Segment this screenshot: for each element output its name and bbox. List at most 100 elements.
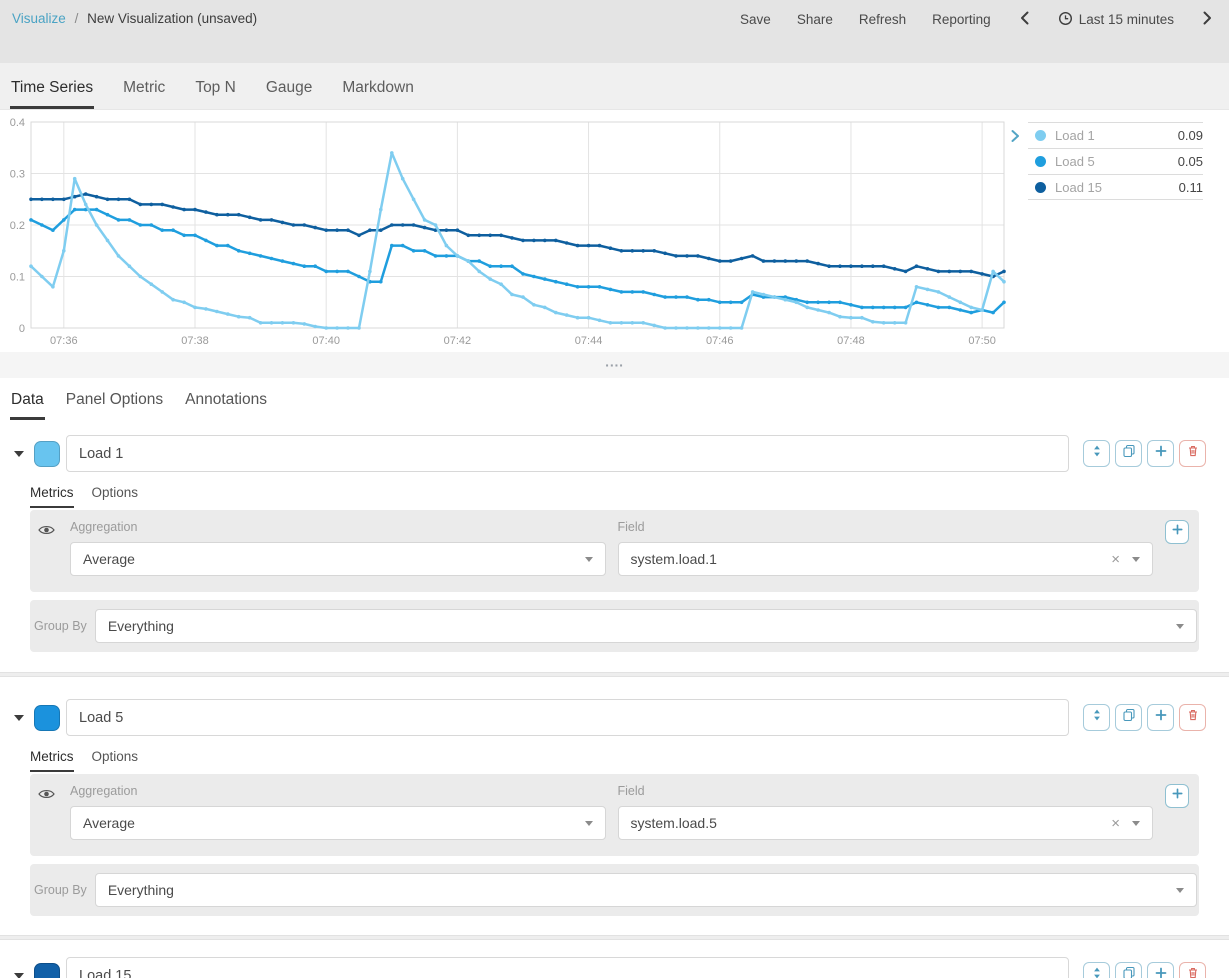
group-by-select[interactable]: Everything [95,873,1197,907]
caret-down-icon [585,557,593,562]
series-label-input[interactable] [66,699,1069,736]
series-label-input[interactable] [66,435,1069,472]
save-button[interactable]: Save [740,12,771,27]
series-color-swatch[interactable] [34,963,60,978]
series-tabbar: Metrics Options [30,485,1229,508]
add-series-button[interactable] [1147,704,1174,731]
caret-down-icon[interactable] [14,715,24,721]
timepicker-button[interactable]: Last 15 minutes [1058,11,1174,29]
svg-text:07:46: 07:46 [706,335,734,347]
svg-text:07:42: 07:42 [444,335,472,347]
group-by-panel: Group By Everything [30,864,1199,916]
group-by-label: Group By [34,883,87,897]
legend-item-load-15[interactable]: Load 15 0.11 [1028,174,1203,200]
reorder-icon [1090,708,1104,727]
reorder-series-button[interactable] [1083,962,1110,978]
clone-series-button[interactable] [1115,440,1142,467]
aggregation-value: Average [83,815,135,831]
aggregation-value: Average [83,551,135,567]
refresh-button[interactable]: Refresh [859,12,906,27]
tab-markdown[interactable]: Markdown [341,79,415,109]
svg-text:07:50: 07:50 [968,335,996,347]
panel-resize-strip: ···· [0,352,1229,378]
clone-icon [1122,966,1136,978]
group-by-select[interactable]: Everything [95,609,1197,643]
timeseries-chart: 00.10.20.30.407:3607:3807:4007:4207:4407… [0,110,1229,352]
svg-text:0.4: 0.4 [10,117,25,129]
chart-canvas: 00.10.20.30.407:3607:3807:4007:4207:4407… [0,110,1010,352]
add-series-button[interactable] [1147,962,1174,978]
legend-label: Load 1 [1055,128,1095,143]
tab-gauge[interactable]: Gauge [265,79,314,109]
series-editor-load-1: Metrics Options Aggregation Average Fiel… [0,435,1229,652]
series-divider [0,935,1229,940]
delete-series-button[interactable] [1179,440,1206,467]
chevron-right-icon [1202,10,1213,29]
series-label-input[interactable] [66,957,1069,978]
series-color-swatch[interactable] [34,705,60,731]
tab-panel-options[interactable]: Panel Options [65,391,164,420]
series-color-swatch[interactable] [34,441,60,467]
breadcrumb-separator: / [70,11,84,26]
field-value: system.load.5 [631,815,717,831]
series-editor-load-5: Metrics Options Aggregation Average Fiel… [0,699,1229,916]
reporting-button[interactable]: Reporting [932,12,991,27]
tab-top-n[interactable]: Top N [194,79,237,109]
series-color-dot [1035,130,1046,141]
series-header-row [0,699,1229,736]
delete-series-button[interactable] [1179,962,1206,978]
editor-tabbar: Data Panel Options Annotations [0,378,1229,420]
clear-field-button[interactable]: × [1111,815,1132,832]
add-metric-button[interactable] [1165,520,1189,544]
tab-options[interactable]: Options [92,485,139,508]
eye-icon[interactable] [38,784,58,840]
field-select[interactable]: system.load.5 × [618,806,1154,840]
group-by-panel: Group By Everything [30,600,1199,652]
eye-icon[interactable] [38,520,58,576]
metrics-panel: Aggregation Average Field system.load.1 … [30,510,1199,592]
clone-series-button[interactable] [1115,704,1142,731]
clone-series-button[interactable] [1115,962,1142,978]
tab-options[interactable]: Options [92,749,139,772]
app-header: Visualize / New Visualization (unsaved) … [0,0,1229,63]
legend-item-load-1[interactable]: Load 1 0.09 [1028,122,1203,148]
aggregation-select[interactable]: Average [70,806,606,840]
svg-text:07:40: 07:40 [312,335,340,347]
add-series-button[interactable] [1147,440,1174,467]
chart-legend: Load 1 0.09 Load 5 0.05 Load 15 0.11 [1010,122,1229,200]
tab-time-series[interactable]: Time Series [10,79,94,109]
legend-value: 0.11 [1179,180,1203,195]
legend-collapse-button[interactable] [1010,122,1028,200]
aggregation-select[interactable]: Average [70,542,606,576]
tab-metrics[interactable]: Metrics [30,749,74,772]
reorder-series-button[interactable] [1083,704,1110,731]
drag-handle[interactable]: ···· [605,362,624,368]
tab-annotations[interactable]: Annotations [184,391,268,420]
tab-data[interactable]: Data [10,391,45,420]
delete-series-button[interactable] [1179,704,1206,731]
caret-down-icon[interactable] [14,451,24,457]
clear-field-button[interactable]: × [1111,551,1132,568]
time-back-button[interactable] [1017,10,1032,29]
group-by-label: Group By [34,619,87,633]
add-metric-button[interactable] [1165,784,1189,808]
legend-item-load-5[interactable]: Load 5 0.05 [1028,148,1203,174]
series-color-dot [1035,182,1046,193]
breadcrumb-visualize-link[interactable]: Visualize [12,11,66,26]
tab-metrics[interactable]: Metrics [30,485,74,508]
field-select[interactable]: system.load.1 × [618,542,1154,576]
tab-metric[interactable]: Metric [122,79,166,109]
chevron-left-icon [1019,10,1030,29]
time-forward-button[interactable] [1200,10,1215,29]
chevron-right-icon [1010,130,1020,147]
legend-value: 0.09 [1178,128,1203,143]
reorder-series-button[interactable] [1083,440,1110,467]
legend-value: 0.05 [1178,154,1203,169]
svg-text:07:36: 07:36 [50,335,78,347]
svg-text:07:38: 07:38 [181,335,209,347]
plus-icon [1154,966,1168,978]
reorder-icon [1090,444,1104,463]
series-color-dot [1035,156,1046,167]
share-button[interactable]: Share [797,12,833,27]
caret-down-icon[interactable] [14,973,24,978]
